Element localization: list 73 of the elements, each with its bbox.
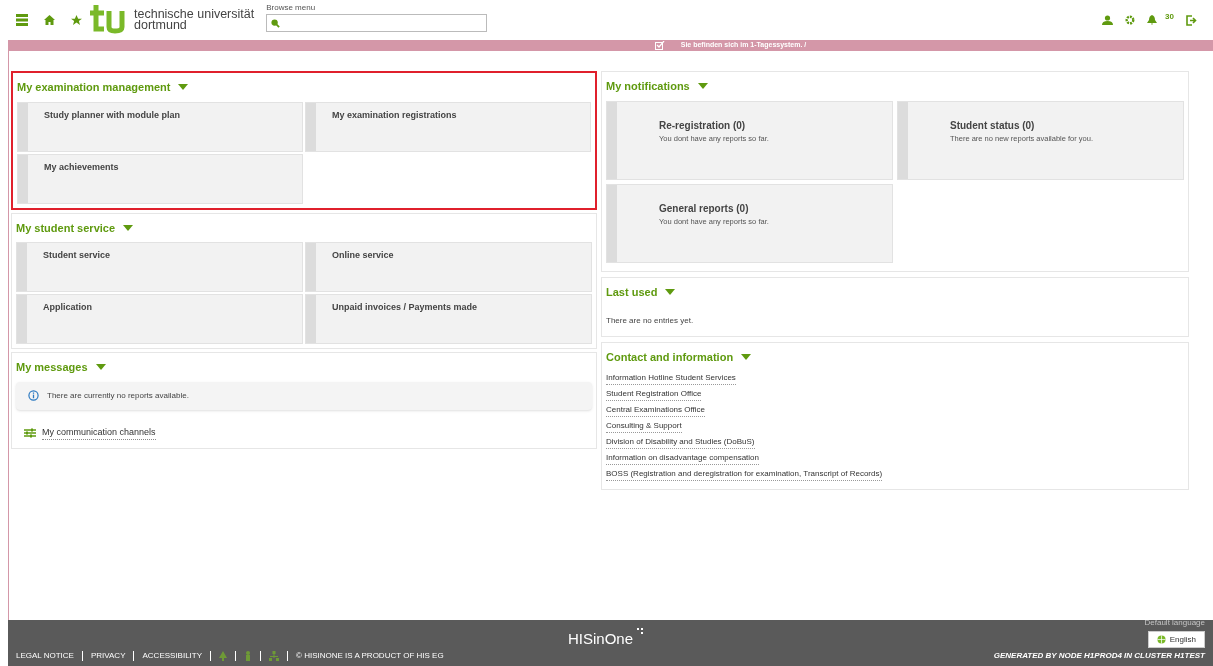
star-icon[interactable] — [71, 14, 82, 26]
contact-link[interactable]: Consulting & Support — [606, 419, 682, 433]
tile[interactable]: Unpaid invoices / Payments made — [305, 294, 592, 344]
report-title: Re-registration (0) — [659, 118, 747, 133]
contact-link[interactable]: Student Registration Office — [606, 387, 702, 401]
empty-text: There are no entries yet. — [606, 316, 694, 325]
footer-link[interactable]: PRIVACY — [90, 650, 126, 662]
caret-icon — [697, 83, 708, 90]
footer-link[interactable]: LEGAL NOTICE — [16, 650, 74, 662]
tile-stripe — [17, 243, 27, 291]
caret-icon — [123, 224, 134, 231]
dots-icon — [637, 628, 646, 635]
tile-stripe — [18, 102, 28, 151]
user-icon[interactable] — [1102, 15, 1114, 25]
tile[interactable]: Online service — [305, 242, 592, 292]
caret-icon — [741, 354, 752, 361]
logo-text: dortmund — [134, 20, 188, 31]
contact-link[interactable]: Information Hotline Student Services — [606, 371, 736, 385]
language-button[interactable]: English — [1147, 631, 1205, 648]
checkbox-icon — [654, 41, 665, 50]
tile-label: My examination registrations — [331, 108, 458, 122]
figure-icon[interactable] — [244, 651, 253, 661]
communication-link[interactable]: My communication channels — [42, 425, 156, 440]
globe-icon — [1156, 635, 1166, 644]
tile-label: My achievements — [43, 160, 120, 174]
language-label: Default language — [1144, 617, 1205, 629]
footer-link[interactable]: ACCESSIBILITY — [142, 650, 203, 662]
tile[interactable]: My examination registrations — [305, 101, 591, 152]
sliders-icon — [24, 427, 36, 438]
bell-icon[interactable] — [1147, 15, 1158, 25]
credit-text: © HISINONE IS A PRODUCT OF HIS EG — [296, 650, 444, 662]
tile-stripe — [306, 295, 316, 343]
section-title[interactable]: My messages — [16, 359, 88, 376]
contact-link[interactable]: Information on disadvantage compensation — [606, 451, 759, 465]
section-title[interactable]: Contact and information — [606, 349, 734, 366]
home-icon[interactable] — [44, 15, 55, 25]
tile-label: Online service — [331, 249, 395, 262]
search-label: Browse menu — [266, 2, 317, 14]
menu-icon[interactable] — [16, 14, 28, 26]
tree-icon[interactable] — [219, 651, 228, 661]
logo-icon[interactable] — [90, 5, 126, 35]
tile-label: Study planner with module plan — [43, 108, 181, 122]
tile[interactable]: Student service — [16, 242, 303, 292]
contact-link[interactable]: Central Examinations Office — [606, 403, 705, 417]
tile-label: Student service — [42, 249, 112, 262]
settings-icon[interactable] — [1125, 15, 1136, 25]
caret-icon — [178, 84, 189, 91]
tile[interactable]: Application — [16, 294, 303, 344]
caret-icon — [665, 288, 676, 295]
contact-link[interactable]: BOSS (Registration and deregistration for examination, Transcript of Records) — [606, 467, 883, 481]
notice-text: There are currently no reports available. — [47, 389, 189, 402]
section-title[interactable]: Last used — [606, 283, 658, 300]
tile[interactable]: Study planner with module plan — [17, 101, 303, 152]
tile-label: Application — [42, 301, 93, 314]
search-field[interactable] — [266, 14, 488, 32]
contact-link[interactable]: Division of Disability and Studies (DoBuS) — [606, 435, 755, 449]
network-icon[interactable] — [269, 651, 280, 661]
generated-text: GENERATED BY NODE H1PROD4 IN CLUSTER H1TEST — [993, 650, 1205, 662]
brand-logo: HISinOne — [568, 629, 634, 649]
caret-icon — [95, 364, 106, 371]
report-title: Student status (0) — [950, 118, 1036, 133]
tile[interactable]: My achievements — [17, 153, 303, 204]
tile-stripe — [18, 154, 28, 203]
search-icon — [271, 18, 281, 28]
tile-label: Unpaid invoices / Payments made — [331, 301, 479, 314]
report-title: General reports (0) — [659, 201, 750, 216]
notification-count[interactable]: 30 — [1165, 11, 1174, 23]
logout-icon[interactable] — [1186, 14, 1197, 26]
tile-stripe — [17, 295, 27, 343]
tile-stripe — [306, 243, 316, 291]
logo-text: technische universität — [134, 9, 255, 20]
tile-stripe — [306, 102, 316, 151]
info-icon — [28, 390, 39, 401]
